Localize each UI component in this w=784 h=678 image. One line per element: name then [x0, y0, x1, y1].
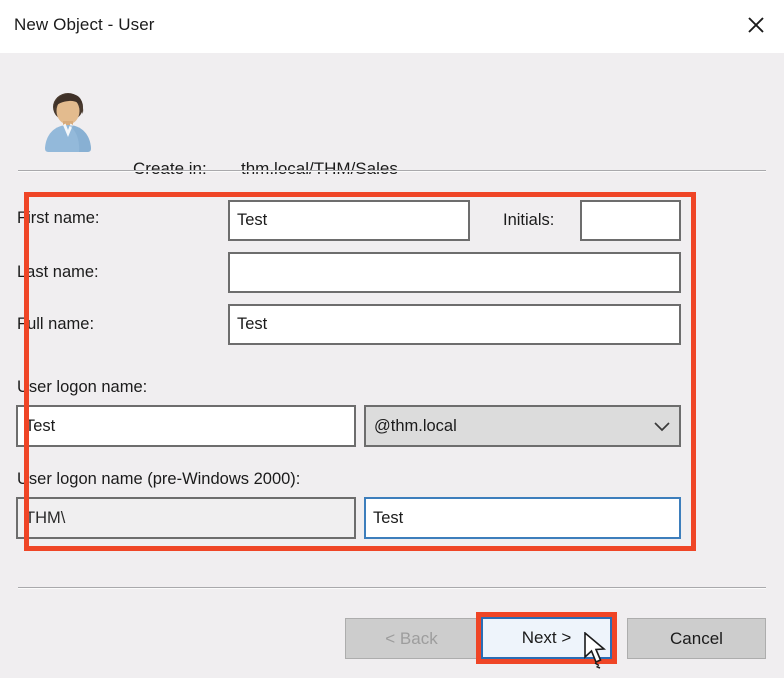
pre-windows-2000-domain-field	[16, 497, 356, 539]
pre-windows-2000-logon-input[interactable]	[364, 497, 681, 539]
dialog-header: Create in: thm.local/THM/Sales	[0, 53, 784, 178]
first-name-label: First name:	[17, 209, 100, 227]
user-account-icon	[39, 90, 97, 154]
cancel-button[interactable]: Cancel	[627, 618, 766, 659]
initials-label: Initials:	[503, 211, 555, 229]
chevron-down-icon	[645, 420, 679, 432]
first-name-input[interactable]	[228, 200, 470, 241]
dialog-title: New Object - User	[14, 15, 155, 34]
last-name-input[interactable]	[228, 252, 681, 293]
full-name-label: Full name:	[17, 315, 95, 333]
user-logon-name-label: User logon name:	[17, 378, 148, 396]
upn-suffix-dropdown[interactable]: @thm.local	[364, 405, 681, 447]
new-object-user-dialog: New Object - User Create in: thm.local/T…	[0, 0, 784, 678]
create-in-label: Create in:	[133, 159, 207, 178]
dialog-titlebar: New Object - User	[0, 0, 784, 53]
pre-windows-2000-logon-label: User logon name (pre-Windows 2000):	[17, 470, 301, 488]
user-logon-name-input[interactable]	[16, 405, 356, 447]
create-in-path: thm.local/THM/Sales	[241, 159, 398, 178]
close-icon[interactable]	[728, 0, 784, 50]
initials-input[interactable]	[580, 200, 681, 241]
last-name-label: Last name:	[17, 263, 99, 281]
back-button[interactable]: < Back	[345, 618, 478, 659]
header-divider	[18, 170, 766, 172]
upn-suffix-selected-value: @thm.local	[374, 416, 457, 435]
next-button[interactable]: Next >	[481, 617, 612, 659]
footer-divider	[18, 587, 766, 589]
full-name-input[interactable]	[228, 304, 681, 345]
